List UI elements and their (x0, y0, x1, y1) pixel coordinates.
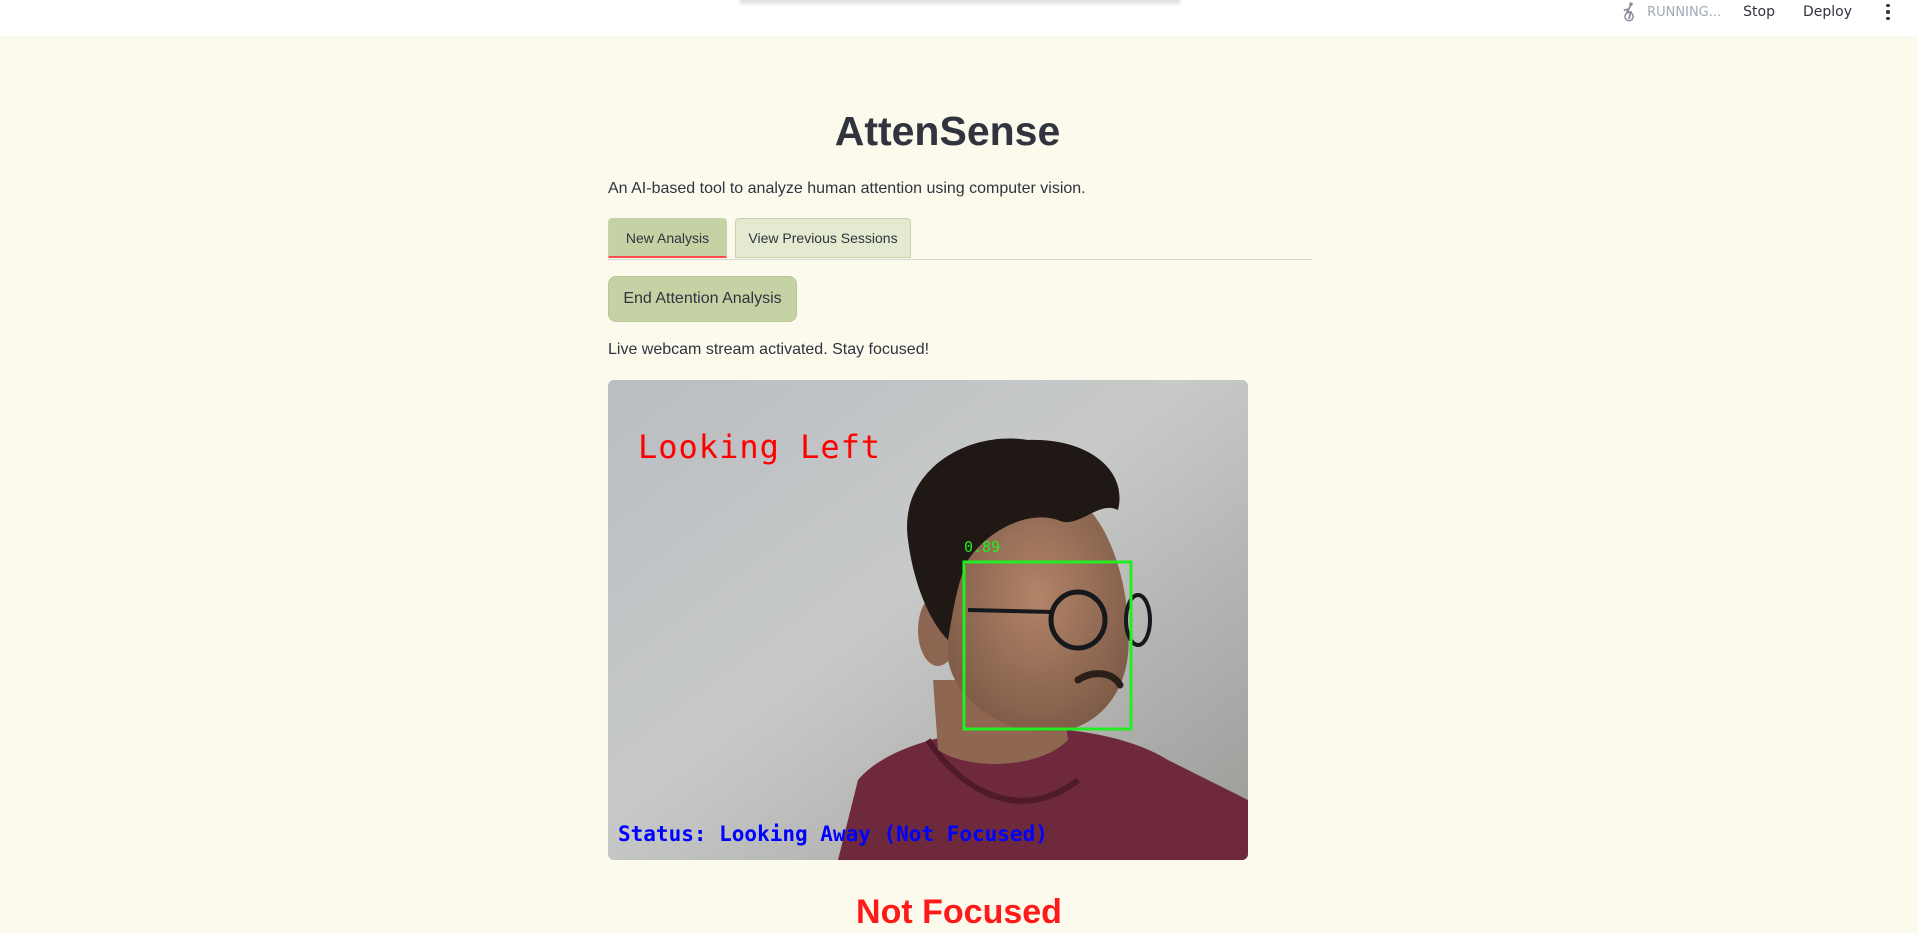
top-toolbar: RUNNING... Stop Deploy (0, 0, 1918, 36)
focus-status-label: Not Focused (856, 893, 1062, 931)
webcam-stream: 0.89 Looking Left Status: Looking Away (… (608, 380, 1248, 860)
status-overlay: Status: Looking Away (Not Focused) (618, 822, 1048, 846)
toolbar-shadow-strip (740, 0, 1180, 2)
stream-status-message: Live webcam stream activated. Stay focus… (608, 341, 930, 358)
tab-view-previous-sessions[interactable]: View Previous Sessions (735, 218, 911, 258)
end-attention-analysis-button[interactable]: End Attention Analysis (608, 276, 797, 322)
running-status: RUNNING... (1647, 4, 1722, 20)
toolbar-actions: RUNNING... Stop Deploy (1619, 0, 1896, 24)
page-subtitle: An AI-based tool to analyze human attent… (608, 180, 1086, 197)
gaze-direction-overlay: Looking Left (638, 428, 882, 466)
tab-new-analysis[interactable]: New Analysis (608, 218, 727, 258)
stop-button[interactable]: Stop (1743, 4, 1775, 20)
tab-bar: New Analysis View Previous Sessions (608, 218, 1312, 260)
detection-confidence: 0.89 (964, 538, 1001, 556)
page-title: AttenSense (834, 108, 1061, 154)
running-figure-icon (1623, 2, 1635, 22)
deploy-button[interactable]: Deploy (1803, 4, 1852, 20)
kebab-menu-icon[interactable] (1880, 0, 1896, 24)
